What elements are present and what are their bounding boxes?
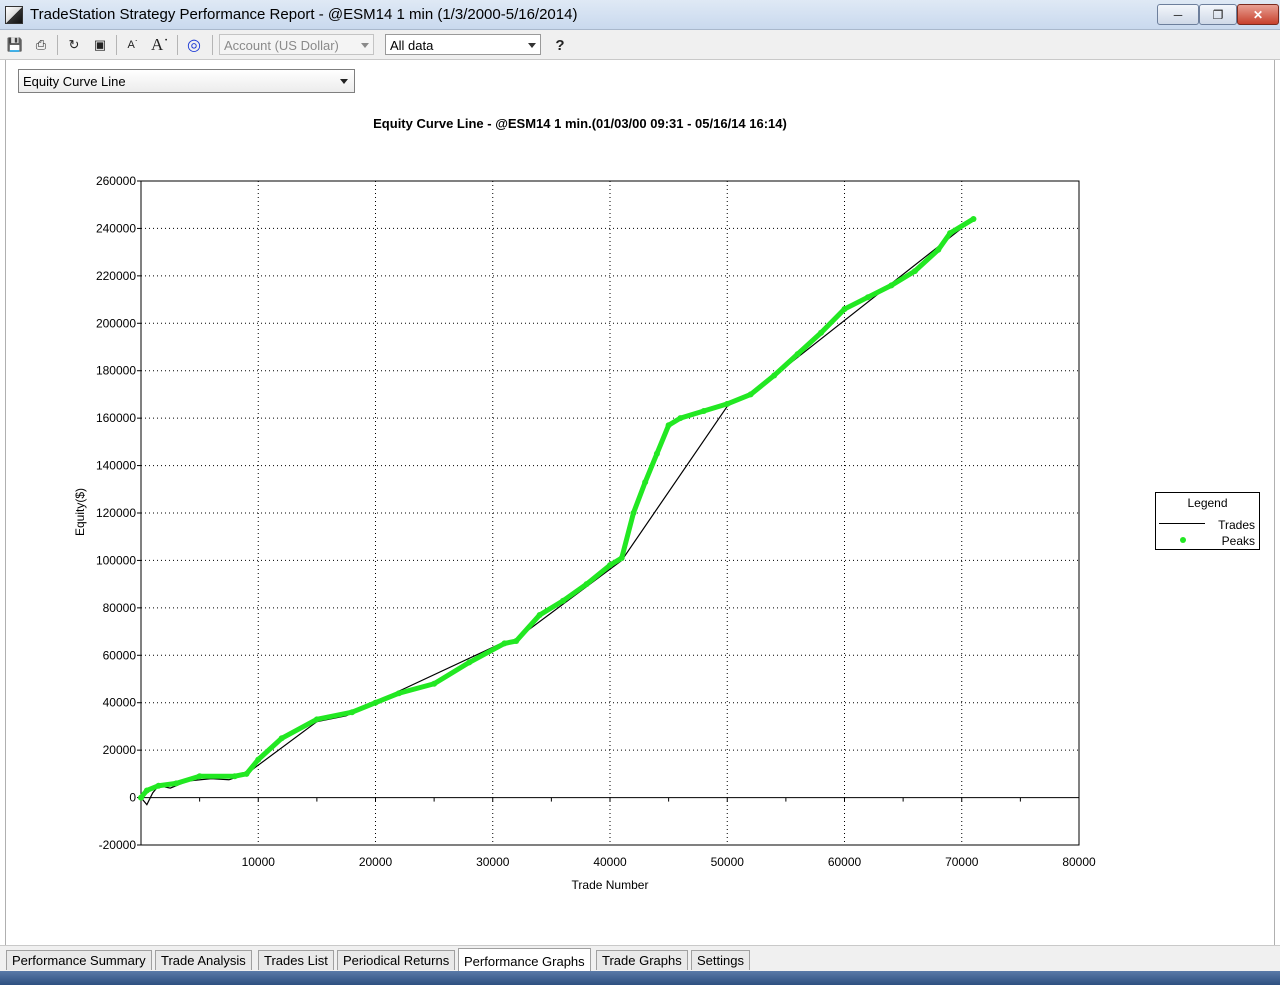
y-tick-label: 20000: [103, 743, 137, 757]
y-tick-label: 200000: [96, 316, 136, 330]
tab-trades-list[interactable]: Trades List: [258, 950, 334, 970]
x-tick-label: 50000: [711, 855, 745, 869]
peak-point: [138, 794, 144, 801]
peak-point: [583, 581, 590, 588]
peak-point: [372, 699, 379, 706]
series-peaks-line: [138, 216, 976, 801]
y-tick-label: 160000: [96, 411, 136, 425]
y-tick-label: -20000: [99, 838, 137, 852]
os-taskbar: [0, 971, 1280, 985]
y-tick-label: 100000: [96, 553, 136, 567]
peak-point: [747, 391, 754, 398]
peak-point: [173, 780, 180, 787]
peak-point: [794, 351, 801, 358]
chart-legend: Legend Trades Peaks: [1155, 492, 1260, 550]
peak-point: [196, 773, 203, 780]
y-axis-label: Equity($): [73, 488, 87, 536]
y-tick-label: 80000: [103, 601, 137, 615]
x-tick-label: 60000: [828, 855, 862, 869]
peak-point: [466, 659, 473, 666]
legend-trades-swatch: [1159, 523, 1205, 524]
peak-point: [513, 638, 520, 645]
peak-point: [536, 611, 543, 618]
peak-point: [642, 479, 649, 486]
peak-point: [255, 756, 262, 763]
x-tick-label: 40000: [593, 855, 627, 869]
x-tick-label: 80000: [1062, 855, 1096, 869]
legend-title: Legend: [1187, 496, 1228, 510]
peak-point: [349, 709, 356, 716]
peak-point: [231, 773, 238, 780]
y-tick-label: 140000: [96, 459, 136, 473]
x-tick-label: 20000: [359, 855, 393, 869]
legend-item-trades: Trades: [1218, 518, 1255, 532]
tab-periodical-returns[interactable]: Periodical Returns: [337, 950, 456, 970]
peak-point: [700, 408, 707, 415]
peak-point: [618, 555, 625, 562]
peak-point: [431, 680, 438, 687]
peak-point: [771, 372, 778, 379]
x-axis-label: Trade Number: [572, 878, 649, 892]
x-tick-label: 10000: [242, 855, 276, 869]
chart-title: Equity Curve Line - @ESM14 1 min.(01/03/…: [373, 116, 787, 131]
y-tick-label: 220000: [96, 269, 136, 283]
peak-point: [724, 400, 731, 407]
report-tab-bar: Performance Summary Trade Analysis Trade…: [0, 945, 1280, 972]
y-tick-label: 0: [129, 791, 136, 805]
tab-performance-graphs[interactable]: Performance Graphs: [458, 948, 591, 972]
peak-point: [313, 716, 320, 723]
tab-performance-summary[interactable]: Performance Summary: [6, 950, 152, 970]
peak-point: [607, 562, 613, 569]
peak-point: [395, 690, 402, 697]
peak-point: [155, 782, 162, 789]
peak-point: [243, 770, 250, 777]
peak-point: [935, 246, 942, 253]
peak-point: [911, 268, 918, 275]
peak-point: [278, 735, 285, 742]
peak-point: [653, 450, 660, 457]
tab-trade-graphs[interactable]: Trade Graphs: [596, 950, 688, 970]
tab-trade-analysis[interactable]: Trade Analysis: [155, 950, 252, 970]
peak-point: [818, 329, 825, 336]
tab-settings[interactable]: Settings: [691, 950, 750, 970]
peak-point: [677, 415, 684, 422]
legend-item-peaks: Peaks: [1221, 534, 1255, 548]
y-tick-label: 60000: [103, 648, 137, 662]
x-tick-label: 70000: [945, 855, 979, 869]
y-tick-label: 240000: [96, 221, 136, 235]
peak-point: [970, 215, 977, 222]
peak-point: [630, 510, 637, 516]
peak-point: [841, 306, 848, 313]
peak-point: [143, 787, 150, 794]
y-tick-label: 40000: [103, 696, 137, 710]
y-tick-label: 120000: [96, 506, 136, 520]
x-tick-label: 30000: [476, 855, 510, 869]
y-tick-label: 260000: [96, 174, 136, 188]
peak-point: [864, 294, 871, 301]
peak-point: [888, 282, 895, 289]
equity-curve-chart: Equity Curve Line - @ESM14 1 min.(01/03/…: [73, 116, 1096, 892]
peak-point: [947, 230, 954, 237]
peak-point: [665, 422, 672, 429]
legend-peaks-swatch: [1180, 537, 1186, 543]
peak-point: [560, 597, 567, 604]
y-tick-label: 180000: [96, 364, 136, 378]
peak-point: [501, 640, 508, 647]
